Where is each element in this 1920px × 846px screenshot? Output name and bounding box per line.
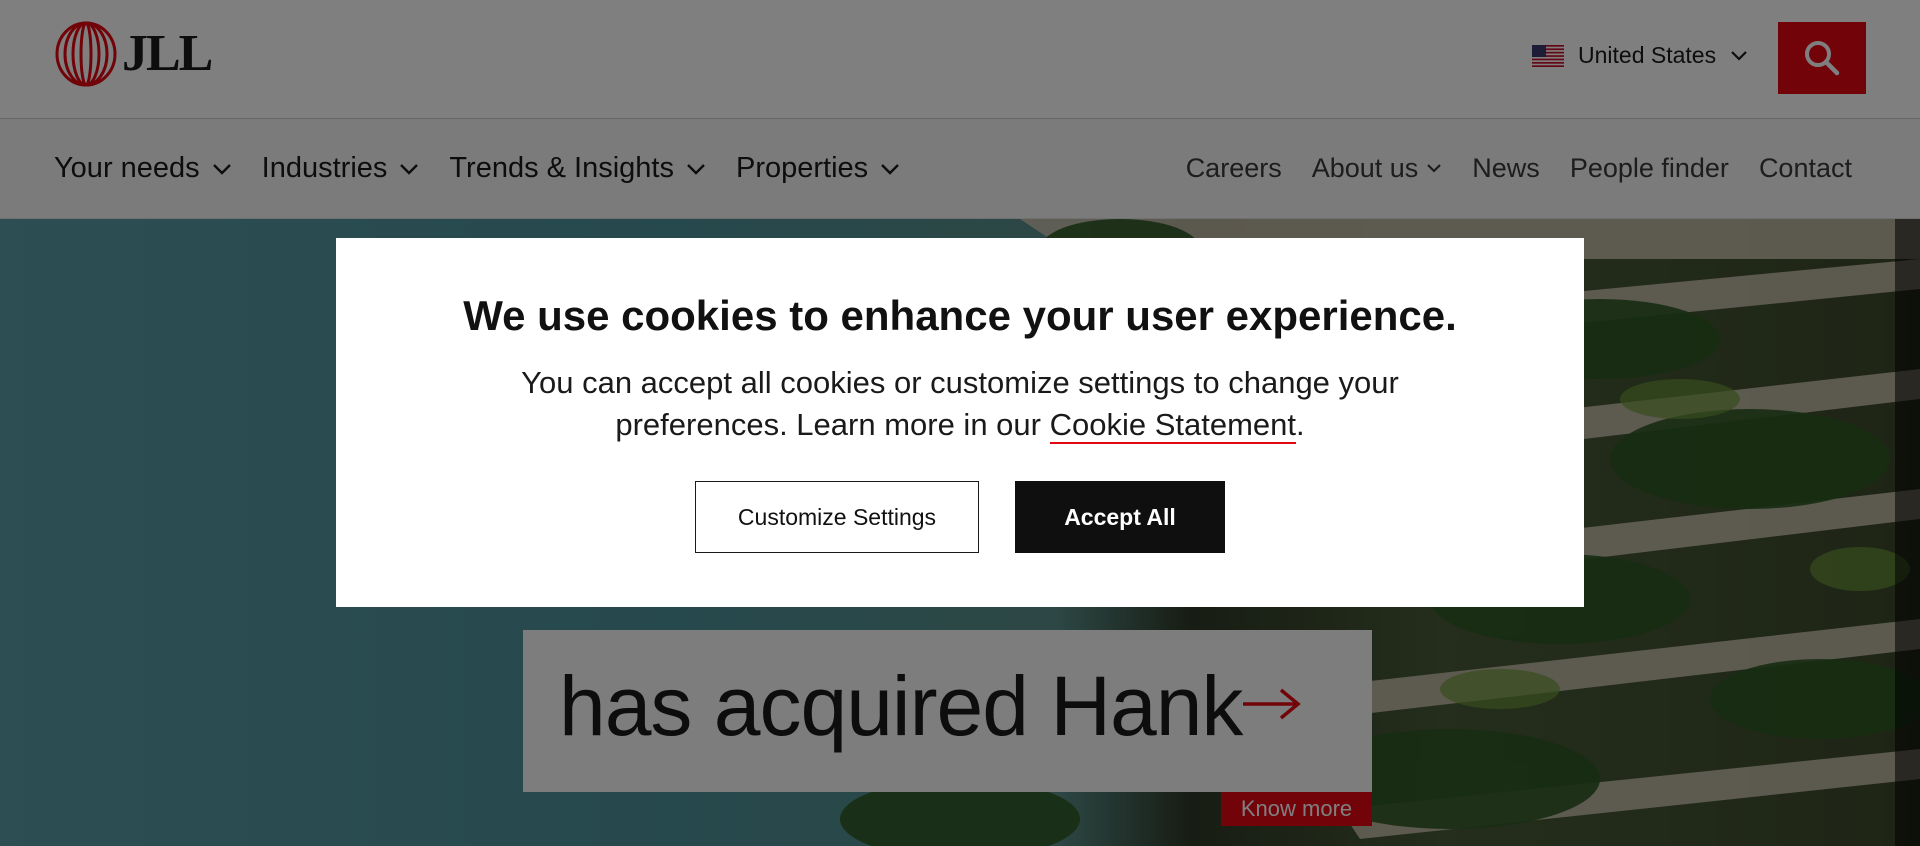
cookie-dialog-body: You can accept all cookies or customize …	[510, 362, 1410, 446]
customize-settings-button[interactable]: Customize Settings	[695, 481, 979, 553]
cookie-consent-dialog: We use cookies to enhance your user expe…	[336, 238, 1584, 607]
cookie-dialog-text-end: .	[1296, 407, 1305, 442]
cookie-statement-link[interactable]: Cookie Statement	[1049, 407, 1297, 444]
scrollbar[interactable]	[1895, 219, 1920, 846]
accept-all-button[interactable]: Accept All	[1015, 481, 1225, 553]
cookie-dialog-title: We use cookies to enhance your user expe…	[463, 292, 1457, 339]
